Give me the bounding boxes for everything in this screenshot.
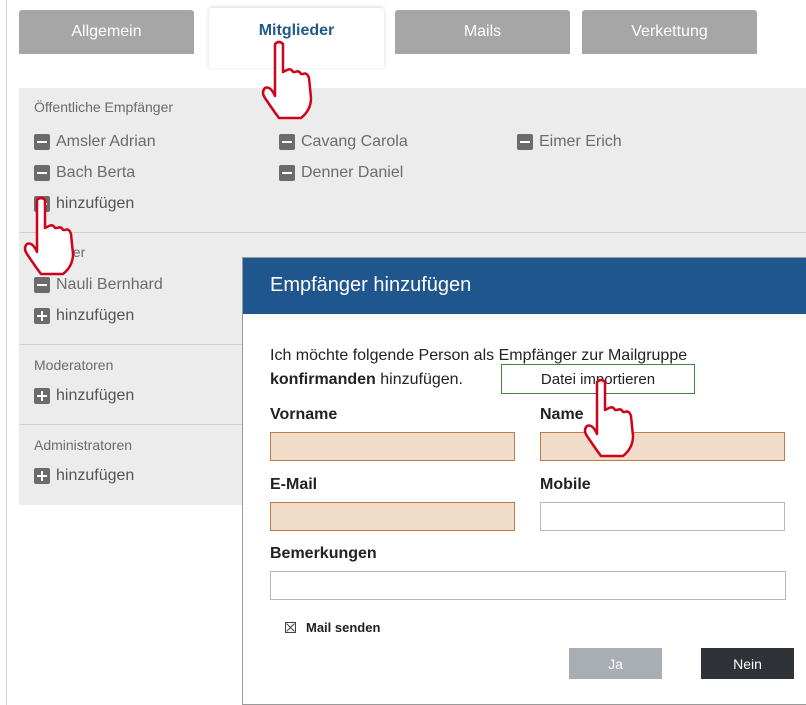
tab-mitglieder[interactable]: Mitglieder [209,8,384,68]
second-section-title: der [65,244,86,260]
plus-square-icon [34,308,50,324]
dialog-header: Empfänger hinzufügen [243,258,806,314]
tab-mails[interactable]: Mails [395,10,570,54]
add-public-recipient-button[interactable]: hinzufügen [34,195,134,213]
email-label: E-Mail [270,476,318,493]
send-mail-label: Mail senden [306,620,381,635]
add-second-recipient-button[interactable]: hinzufügen [34,307,134,325]
dialog-title: Empfänger hinzufügen [270,274,472,296]
firstname-label: Vorname [270,406,338,423]
add-administrator-button[interactable]: hinzufügen [34,467,134,485]
notes-input[interactable] [270,571,786,600]
plus-square-icon [34,196,50,212]
minus-square-icon[interactable] [279,165,295,181]
add-label: hinzufügen [56,387,135,404]
tab-label: Mails [463,23,502,40]
tab-label: Verkettung [631,23,708,40]
email-input[interactable] [270,502,515,531]
recipient-name: Amsler Adrian [56,133,156,150]
recipient-name: Denner Daniel [301,164,404,181]
minus-square-icon[interactable] [517,134,533,150]
intro-line-2-rest: hinzufügen. [375,371,463,388]
group-name: konfirmanden [270,371,376,388]
no-button[interactable]: Nein [701,648,794,679]
mobile-input[interactable] [540,502,785,531]
minus-square-icon[interactable] [34,134,50,150]
mobile-label: Mobile [540,476,591,493]
add-moderator-button[interactable]: hinzufügen [34,387,134,405]
notes-label: Bemerkungen [270,545,377,562]
tab-allgemein[interactable]: Allgemein [19,10,194,54]
recipient-name: Eimer Erich [539,133,622,150]
tab-label: Allgemein [71,23,142,40]
recipient-item[interactable]: Amsler Adrian [34,133,156,151]
name-input[interactable] [540,432,785,461]
name-label: Name [540,406,584,423]
send-mail-row: Mail senden [285,620,380,635]
recipient-item[interactable]: Cavang Carola [279,133,408,151]
plus-square-icon [34,388,50,404]
public-recipients-title: Öffentliche Empfänger [34,99,174,115]
divider [19,232,806,233]
recipient-name: Cavang Carola [301,133,408,150]
firstname-input[interactable] [270,432,515,461]
add-recipient-dialog: Empfänger hinzufügen Ich möchte folgende… [242,257,806,705]
recipient-item[interactable]: Eimer Erich [517,133,622,151]
plus-square-icon [34,468,50,484]
recipient-item[interactable]: Nauli Bernhard [34,276,163,294]
moderators-title: Moderatoren [34,357,114,373]
tab-label: Mitglieder [258,22,335,39]
minus-square-icon[interactable] [34,277,50,293]
recipient-item[interactable]: Bach Berta [34,164,135,182]
recipient-item[interactable]: Denner Daniel [279,164,403,182]
app-frame: Allgemein Mitglieder Mails Verkettung Öf… [6,0,806,705]
yes-button[interactable]: Ja [569,648,662,679]
administrators-title: Administratoren [34,437,133,453]
minus-square-icon[interactable] [279,134,295,150]
recipient-name: Nauli Bernhard [56,276,163,293]
tab-verkettung[interactable]: Verkettung [582,10,757,54]
tab-bar: Allgemein Mitglieder Mails Verkettung [7,0,806,70]
add-label: hinzufügen [56,195,135,212]
import-file-button[interactable]: Datei importieren [501,364,695,394]
add-label: hinzufügen [56,467,135,484]
send-mail-checkbox[interactable] [285,622,296,633]
add-label: hinzufügen [56,307,135,324]
recipient-name: Bach Berta [56,164,136,181]
minus-square-icon[interactable] [34,165,50,181]
